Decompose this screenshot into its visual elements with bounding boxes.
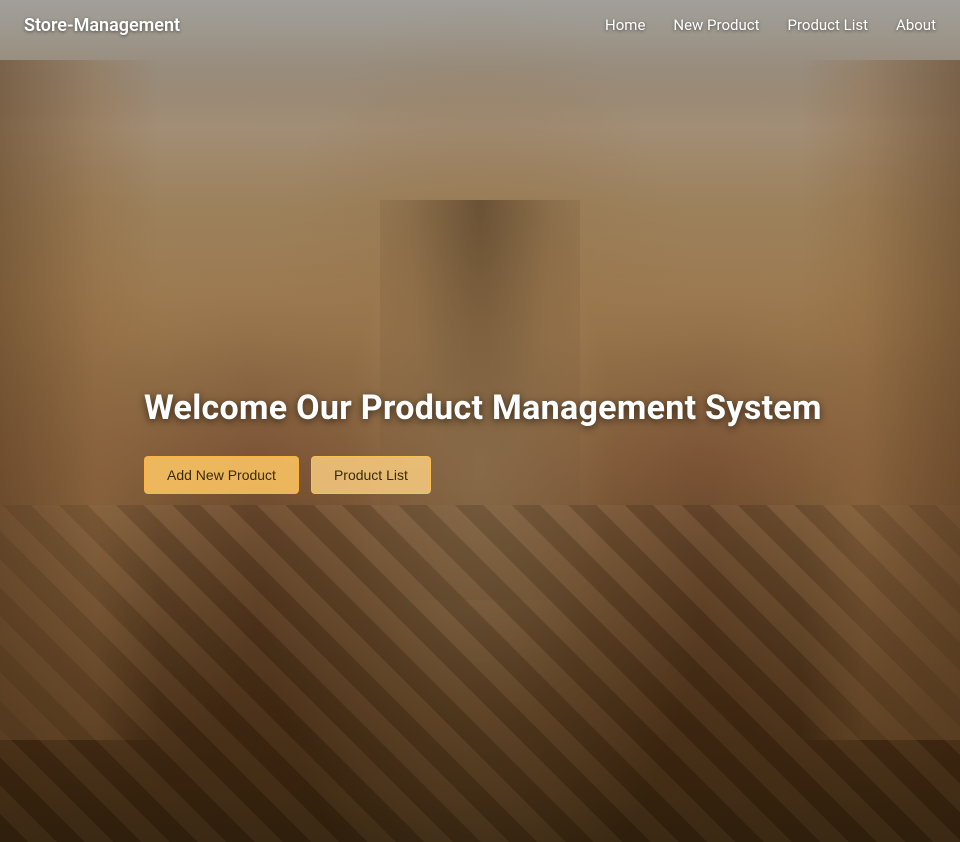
hero-section: Welcome Our Product Management System Ad… <box>0 0 960 842</box>
brand-logo[interactable]: Store-Management <box>24 15 180 36</box>
hero-buttons: Add New Product Product List <box>144 456 431 494</box>
product-list-button[interactable]: Product List <box>311 456 431 494</box>
nav-home[interactable]: Home <box>605 16 645 34</box>
nav-about[interactable]: About <box>896 16 936 34</box>
nav-links: Home New Product Product List About <box>605 16 936 34</box>
hero-title: Welcome Our Product Management System <box>144 388 822 428</box>
nav-product-list[interactable]: Product List <box>788 16 869 34</box>
add-new-product-button[interactable]: Add New Product <box>144 456 299 494</box>
navbar: Store-Management Home New Product Produc… <box>0 0 960 50</box>
nav-new-product[interactable]: New Product <box>673 16 759 34</box>
